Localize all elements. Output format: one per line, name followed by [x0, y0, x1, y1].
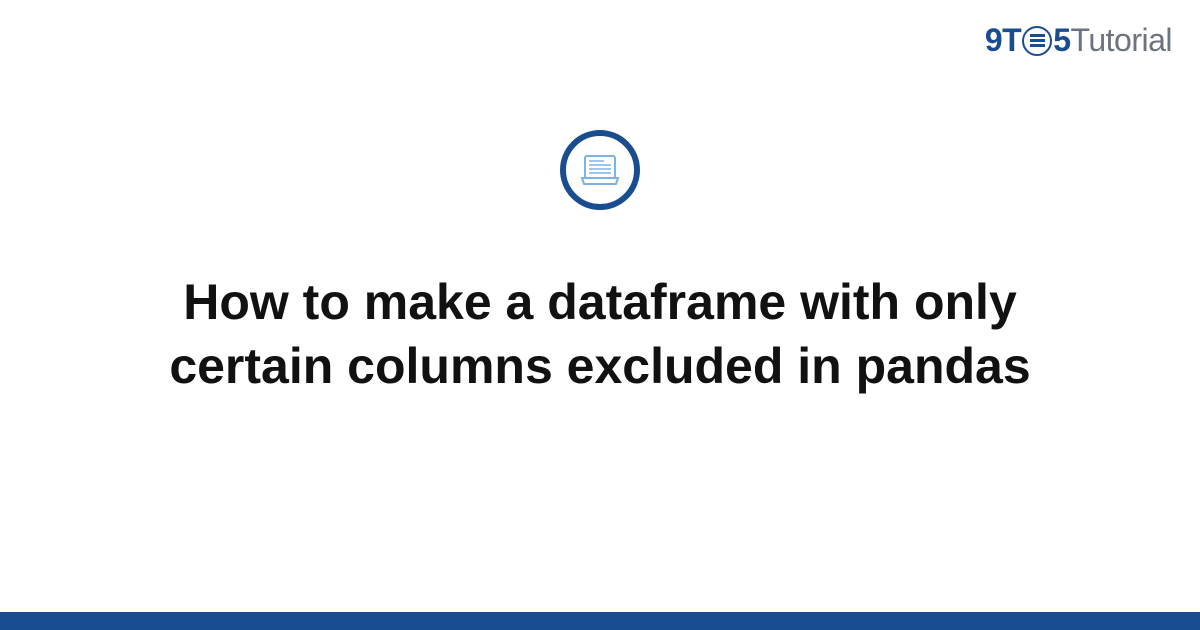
logo-text-t: T — [1002, 22, 1021, 59]
logo-circle-icon — [1022, 26, 1052, 56]
main-content: How to make a dataframe with only certai… — [0, 130, 1200, 398]
logo-text-tutorial: Tutorial — [1070, 22, 1172, 59]
logo-hamburger-icon — [1030, 39, 1045, 42]
logo-text-five: 5 — [1053, 22, 1070, 59]
logo-text-nine: 9 — [985, 22, 1002, 59]
footer-bar — [0, 612, 1200, 630]
laptop-icon-circle — [560, 130, 640, 210]
laptop-icon — [578, 148, 622, 192]
page-title: How to make a dataframe with only certai… — [100, 270, 1100, 398]
site-logo: 9 T 5 Tutorial — [985, 22, 1172, 59]
